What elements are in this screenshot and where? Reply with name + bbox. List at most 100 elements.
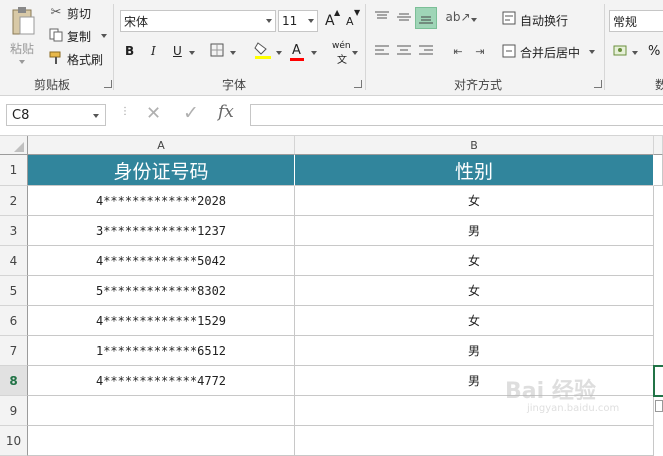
separator bbox=[113, 4, 114, 90]
insert-function-button[interactable]: fx bbox=[218, 102, 234, 122]
row-header[interactable]: 2 bbox=[0, 186, 28, 216]
clipboard-launcher-icon[interactable] bbox=[104, 80, 112, 88]
orientation-dropdown-icon[interactable] bbox=[471, 18, 477, 22]
row-header[interactable]: 9 bbox=[0, 396, 28, 426]
empty-cell[interactable] bbox=[295, 426, 654, 456]
copy-icon[interactable] bbox=[48, 27, 64, 43]
cell-c1[interactable] bbox=[654, 155, 663, 186]
cell-gender[interactable]: 女 bbox=[295, 246, 654, 276]
align-right-icon[interactable] bbox=[417, 42, 435, 60]
row-header[interactable]: 10 bbox=[0, 426, 28, 456]
scissors-icon[interactable]: ✂ bbox=[48, 4, 64, 20]
empty-cell[interactable] bbox=[28, 426, 295, 456]
cell-id-number[interactable]: 4*************1529 bbox=[28, 306, 295, 336]
row-header[interactable]: 6 bbox=[0, 306, 28, 336]
accounting-dropdown-icon[interactable] bbox=[632, 51, 638, 55]
align-top-icon[interactable] bbox=[373, 8, 391, 26]
ribbon: 粘贴 ✂ 剪切 复制 格式刷 剪贴板 宋体 11 A ▲ A ▼ B I U A… bbox=[0, 0, 663, 96]
accounting-format-icon[interactable] bbox=[612, 42, 630, 60]
row-header[interactable]: 3 bbox=[0, 216, 28, 246]
align-left-icon[interactable] bbox=[373, 42, 391, 60]
cell-id-number[interactable]: 4*************2028 bbox=[28, 186, 295, 216]
font-size-value: 11 bbox=[282, 14, 298, 28]
separator bbox=[365, 4, 366, 90]
merge-dropdown-icon[interactable] bbox=[589, 50, 595, 54]
row-header-active[interactable]: 8 bbox=[0, 366, 28, 396]
cell-id-number[interactable]: 4*************4772 bbox=[28, 366, 295, 396]
wrap-text-button[interactable]: 自动换行 bbox=[520, 12, 568, 29]
cell-id-number[interactable]: 1*************6512 bbox=[28, 336, 295, 366]
column-header-a[interactable]: A bbox=[28, 136, 295, 155]
alignment-group-label: 对齐方式 bbox=[454, 78, 503, 92]
phonetic-dropdown-icon[interactable] bbox=[352, 51, 358, 55]
underline-dropdown-icon[interactable] bbox=[189, 51, 195, 55]
header-cell-gender[interactable]: 性别 bbox=[295, 155, 654, 186]
increase-arrow-icon: ▲ bbox=[334, 8, 341, 17]
enter-button[interactable]: ✓ bbox=[183, 102, 199, 124]
format-painter-button[interactable]: 格式刷 bbox=[67, 51, 103, 68]
name-box[interactable]: C8 bbox=[6, 104, 106, 126]
wrap-text-icon[interactable] bbox=[501, 10, 517, 26]
font-color-button[interactable]: A bbox=[292, 43, 301, 58]
separator bbox=[604, 4, 605, 90]
copy-button[interactable]: 复制 bbox=[67, 28, 91, 45]
cell-id-number[interactable]: 4*************5042 bbox=[28, 246, 295, 276]
cell-gender[interactable]: 女 bbox=[295, 306, 654, 336]
merge-center-button[interactable]: 合并后居中 bbox=[520, 44, 580, 61]
cell-id-number[interactable]: 5*************8302 bbox=[28, 276, 295, 306]
empty-cell[interactable] bbox=[28, 396, 295, 426]
watermark-url: jingyan.baidu.com bbox=[527, 403, 620, 414]
cell-id-number[interactable]: 3*************1237 bbox=[28, 216, 295, 246]
bold-button[interactable]: B bbox=[125, 44, 134, 58]
paste-dropdown-icon[interactable] bbox=[19, 60, 25, 64]
italic-button[interactable]: I bbox=[151, 44, 156, 58]
font-name-select[interactable]: 宋体 bbox=[120, 10, 276, 32]
font-name-value: 宋体 bbox=[124, 14, 149, 29]
more-icon[interactable]: ⋮ bbox=[120, 106, 130, 117]
font-color-dropdown-icon[interactable] bbox=[311, 51, 317, 55]
cut-button[interactable]: 剪切 bbox=[67, 5, 91, 22]
borders-icon[interactable] bbox=[209, 42, 225, 58]
copy-dropdown-icon[interactable] bbox=[101, 34, 107, 38]
row-header[interactable]: 7 bbox=[0, 336, 28, 366]
select-all-corner[interactable] bbox=[0, 136, 28, 155]
phonetic-char: 文 bbox=[337, 55, 347, 66]
alignment-launcher-icon[interactable] bbox=[594, 80, 602, 88]
cell-gender[interactable]: 男 bbox=[295, 216, 654, 246]
cancel-button[interactable]: ✕ bbox=[146, 103, 161, 124]
number-group-label: 数 bbox=[655, 78, 663, 92]
row-header[interactable]: 4 bbox=[0, 246, 28, 276]
font-size-select[interactable]: 11 bbox=[278, 10, 318, 32]
row-header[interactable]: 1 bbox=[0, 155, 28, 186]
row-header[interactable]: 5 bbox=[0, 276, 28, 306]
number-format-select[interactable]: 常规 bbox=[609, 10, 663, 32]
header-cell-id-number[interactable]: 身份证号码 bbox=[28, 155, 295, 186]
paste-icon[interactable] bbox=[8, 4, 38, 38]
fill-color-dropdown-icon[interactable] bbox=[276, 51, 282, 55]
decrease-font-size-button[interactable]: A bbox=[346, 15, 354, 28]
cell-gender[interactable]: 女 bbox=[295, 186, 654, 216]
underline-button[interactable]: U bbox=[173, 44, 182, 58]
increase-indent-icon[interactable]: ⇥ bbox=[471, 42, 489, 60]
orientation-icon[interactable]: ab↗ bbox=[445, 9, 470, 25]
font-launcher-icon[interactable] bbox=[354, 80, 362, 88]
format-painter-icon[interactable] bbox=[48, 50, 64, 66]
decrease-indent-icon[interactable]: ⇤ bbox=[449, 42, 467, 60]
borders-dropdown-icon[interactable] bbox=[230, 51, 236, 55]
merge-center-icon[interactable] bbox=[501, 43, 517, 59]
paste-button[interactable]: 粘贴 bbox=[10, 40, 34, 57]
quick-analysis-icon[interactable] bbox=[655, 400, 663, 412]
percent-button[interactable]: % bbox=[648, 44, 660, 59]
align-bottom-icon[interactable] bbox=[415, 7, 437, 29]
phonetic-button[interactable]: wén bbox=[332, 41, 351, 51]
name-box-dropdown-icon[interactable] bbox=[93, 114, 99, 118]
align-middle-icon[interactable] bbox=[395, 8, 413, 26]
formula-input[interactable] bbox=[250, 104, 663, 126]
baidu-watermark: Bai 经验 jingyan.baidu.com bbox=[505, 369, 655, 419]
column-header-c[interactable] bbox=[654, 136, 663, 155]
cell-gender[interactable]: 女 bbox=[295, 276, 654, 306]
align-center-icon[interactable] bbox=[395, 42, 413, 60]
fill-color-icon[interactable] bbox=[254, 40, 272, 60]
cell-gender[interactable]: 男 bbox=[295, 336, 654, 366]
column-header-b[interactable]: B bbox=[295, 136, 654, 155]
